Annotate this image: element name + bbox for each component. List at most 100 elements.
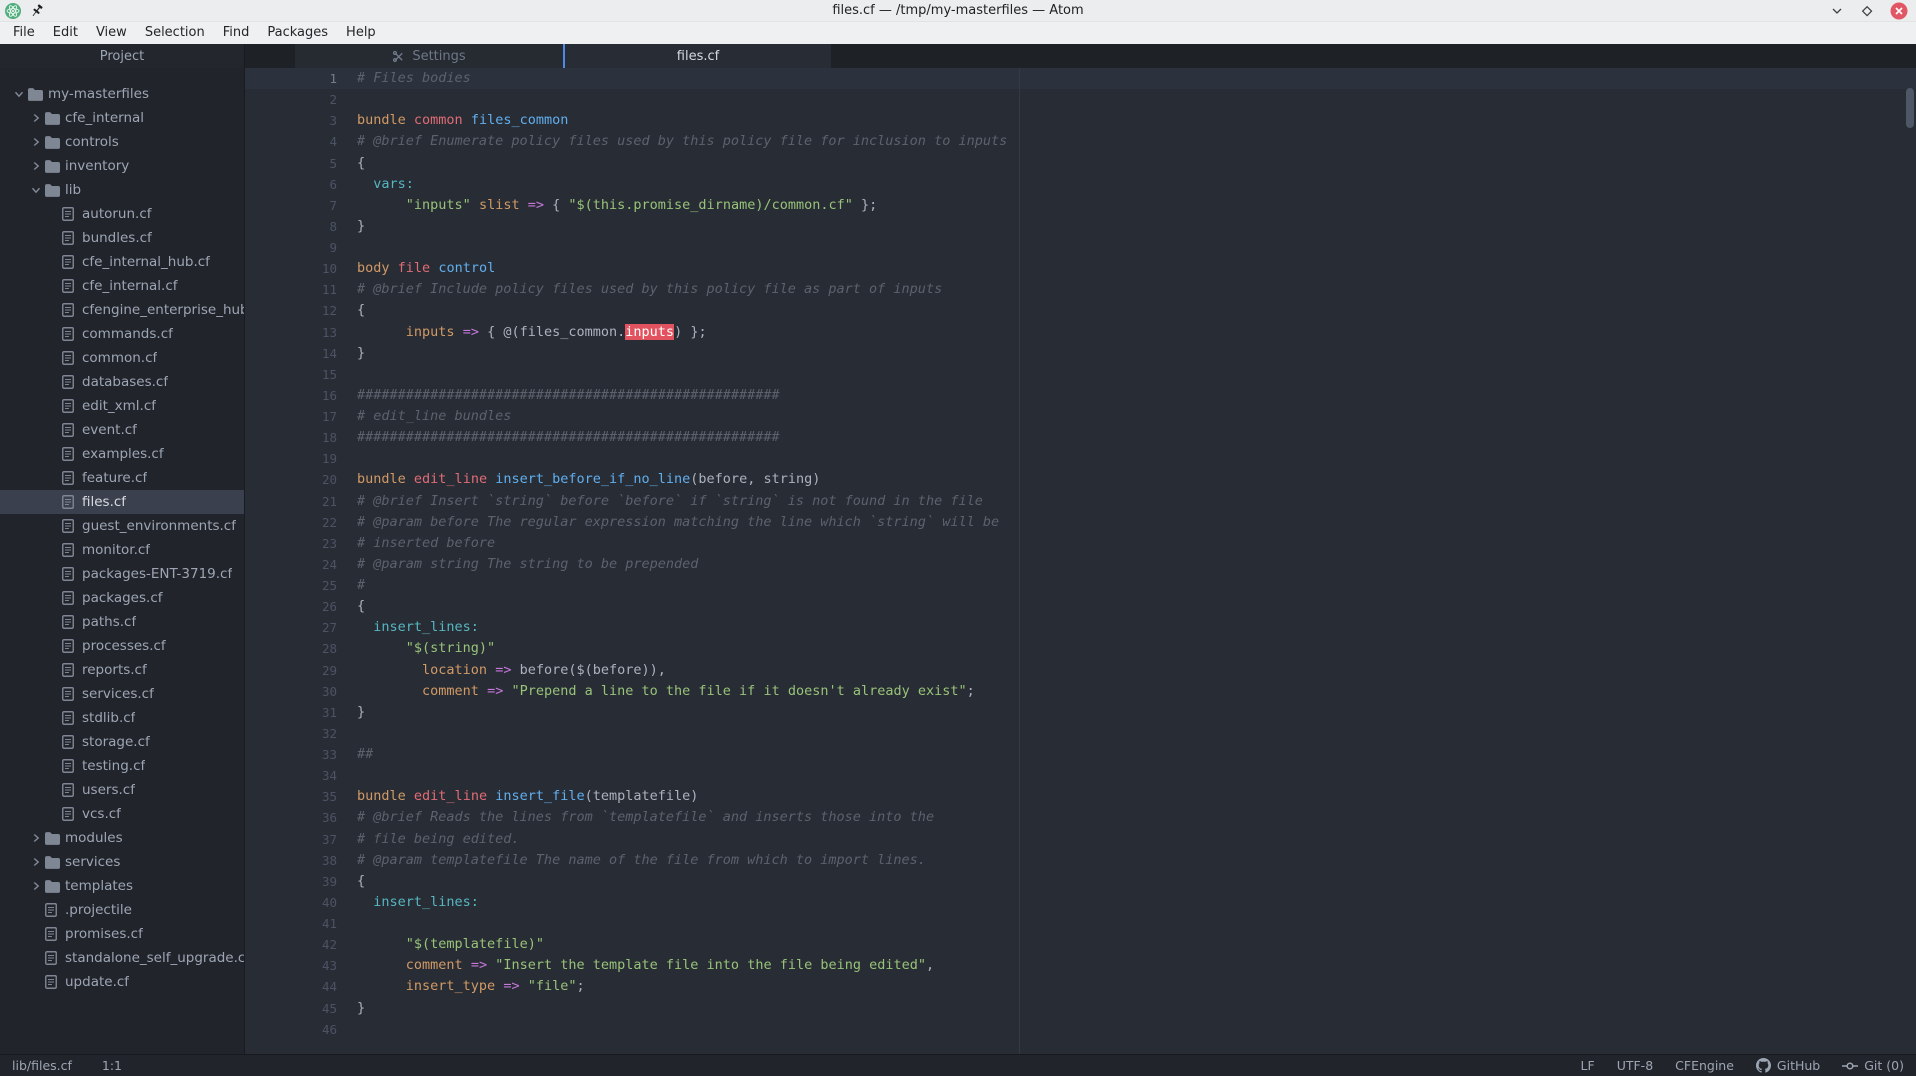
- line-number[interactable]: 17: [245, 406, 357, 427]
- chevron-down-icon[interactable]: [10, 87, 28, 101]
- line-number[interactable]: 27: [245, 617, 357, 638]
- code-line-15[interactable]: 15: [245, 364, 1916, 385]
- tree-item-testing.cf[interactable]: testing.cf: [0, 754, 244, 778]
- line-number[interactable]: 9: [245, 237, 357, 258]
- line-number[interactable]: 23: [245, 533, 357, 554]
- status-line-ending[interactable]: LF: [1581, 1058, 1595, 1073]
- close-button[interactable]: [1890, 2, 1908, 20]
- menu-find[interactable]: Find: [214, 22, 259, 44]
- line-number[interactable]: 35: [245, 786, 357, 807]
- tree-item-feature.cf[interactable]: feature.cf: [0, 466, 244, 490]
- line-number[interactable]: 16: [245, 385, 357, 406]
- line-number[interactable]: 26: [245, 596, 357, 617]
- tree-item-edit_xml.cf[interactable]: edit_xml.cf: [0, 394, 244, 418]
- line-number[interactable]: 15: [245, 364, 357, 385]
- code-line-19[interactable]: 19: [245, 448, 1916, 469]
- line-number[interactable]: 34: [245, 765, 357, 786]
- code-line-28[interactable]: 28 "$(string)": [245, 638, 1916, 659]
- pin-icon[interactable]: [31, 4, 44, 18]
- menu-view[interactable]: View: [87, 22, 136, 44]
- line-number[interactable]: 6: [245, 174, 357, 195]
- chevron-right-icon[interactable]: [27, 879, 45, 893]
- code-line-44[interactable]: 44 insert_type => "file";: [245, 976, 1916, 997]
- line-number[interactable]: 14: [245, 343, 357, 364]
- tree-item-controls[interactable]: controls: [0, 130, 244, 154]
- tree-item-update.cf[interactable]: update.cf: [0, 970, 244, 994]
- line-number[interactable]: 46: [245, 1019, 357, 1040]
- line-number[interactable]: 33: [245, 744, 357, 765]
- tab-settings[interactable]: Settings: [295, 44, 563, 68]
- code-line-3[interactable]: 3bundle common files_common: [245, 110, 1916, 131]
- code-line-8[interactable]: 8}: [245, 216, 1916, 237]
- tree-item-templates[interactable]: templates: [0, 874, 244, 898]
- code-line-22[interactable]: 22# @param before The regular expression…: [245, 512, 1916, 533]
- tree-item-examples.cf[interactable]: examples.cf: [0, 442, 244, 466]
- code-line-35[interactable]: 35bundle edit_line insert_file(templatef…: [245, 786, 1916, 807]
- code-line-16[interactable]: 16######################################…: [245, 385, 1916, 406]
- menu-edit[interactable]: Edit: [44, 22, 87, 44]
- line-number[interactable]: 42: [245, 934, 357, 955]
- tree-item-storage.cf[interactable]: storage.cf: [0, 730, 244, 754]
- line-number[interactable]: 21: [245, 491, 357, 512]
- code-line-27[interactable]: 27 insert_lines:: [245, 617, 1916, 638]
- tree-item-cfe_internal[interactable]: cfe_internal: [0, 106, 244, 130]
- line-number[interactable]: 3: [245, 110, 357, 131]
- line-number[interactable]: 19: [245, 448, 357, 469]
- code-line-14[interactable]: 14}: [245, 343, 1916, 364]
- menu-help[interactable]: Help: [337, 22, 385, 44]
- tree-item-my-masterfiles[interactable]: my-masterfiles: [0, 82, 244, 106]
- code-line-26[interactable]: 26{: [245, 596, 1916, 617]
- status-cursor-position[interactable]: 1:1: [102, 1058, 122, 1073]
- tree-item-event.cf[interactable]: event.cf: [0, 418, 244, 442]
- code-line-11[interactable]: 11# @brief Include policy files used by …: [245, 279, 1916, 300]
- code-line-12[interactable]: 12{: [245, 300, 1916, 321]
- tree-item-monitor.cf[interactable]: monitor.cf: [0, 538, 244, 562]
- code-line-17[interactable]: 17# edit_line bundles: [245, 406, 1916, 427]
- text-editor[interactable]: 1# Files bodies23bundle common files_com…: [245, 68, 1916, 1054]
- tree-item-packages.cf[interactable]: packages.cf: [0, 586, 244, 610]
- tab-files-cf[interactable]: files.cf: [563, 44, 831, 68]
- tree-item-databases.cf[interactable]: databases.cf: [0, 370, 244, 394]
- line-number[interactable]: 40: [245, 892, 357, 913]
- code-line-43[interactable]: 43 comment => "Insert the template file …: [245, 955, 1916, 976]
- code-line-39[interactable]: 39{: [245, 871, 1916, 892]
- code-line-38[interactable]: 38# @param templatefile The name of the …: [245, 850, 1916, 871]
- maximize-diamond-icon[interactable]: [1860, 4, 1874, 18]
- tree-item-autorun.cf[interactable]: autorun.cf: [0, 202, 244, 226]
- line-number[interactable]: 10: [245, 258, 357, 279]
- line-number[interactable]: 45: [245, 998, 357, 1019]
- code-line-33[interactable]: 33##: [245, 744, 1916, 765]
- tree-item-reports.cf[interactable]: reports.cf: [0, 658, 244, 682]
- chevron-right-icon[interactable]: [27, 159, 45, 173]
- code-line-13[interactable]: 13 inputs => { @(files_common.inputs) };: [245, 322, 1916, 343]
- line-number[interactable]: 4: [245, 131, 357, 152]
- line-number[interactable]: 38: [245, 850, 357, 871]
- line-number[interactable]: 31: [245, 702, 357, 723]
- code-line-18[interactable]: 18######################################…: [245, 427, 1916, 448]
- line-number[interactable]: 32: [245, 723, 357, 744]
- tree-item-services.cf[interactable]: services.cf: [0, 682, 244, 706]
- chevron-right-icon[interactable]: [27, 855, 45, 869]
- tree-item-modules[interactable]: modules: [0, 826, 244, 850]
- chevron-down-icon[interactable]: [27, 183, 45, 197]
- code-line-6[interactable]: 6 vars:: [245, 174, 1916, 195]
- code-line-5[interactable]: 5{: [245, 153, 1916, 174]
- line-number[interactable]: 22: [245, 512, 357, 533]
- tree-item-standalone_self_upgrade.cf[interactable]: standalone_self_upgrade.cf: [0, 946, 244, 970]
- line-number[interactable]: 37: [245, 829, 357, 850]
- code-line-41[interactable]: 41: [245, 913, 1916, 934]
- tree-item-processes.cf[interactable]: processes.cf: [0, 634, 244, 658]
- code-line-23[interactable]: 23# inserted before: [245, 533, 1916, 554]
- code-line-9[interactable]: 9: [245, 237, 1916, 258]
- line-number[interactable]: 39: [245, 871, 357, 892]
- line-number[interactable]: 43: [245, 955, 357, 976]
- line-number[interactable]: 36: [245, 807, 357, 828]
- minimize-chevron-icon[interactable]: [1830, 4, 1844, 18]
- tree-item-common.cf[interactable]: common.cf: [0, 346, 244, 370]
- code-line-30[interactable]: 30 comment => "Prepend a line to the fil…: [245, 681, 1916, 702]
- menu-packages[interactable]: Packages: [258, 22, 337, 44]
- status-grammar[interactable]: CFEngine: [1675, 1058, 1734, 1073]
- line-number[interactable]: 25: [245, 575, 357, 596]
- editor-scrollbar[interactable]: [1906, 88, 1914, 128]
- line-number[interactable]: 2: [245, 89, 357, 110]
